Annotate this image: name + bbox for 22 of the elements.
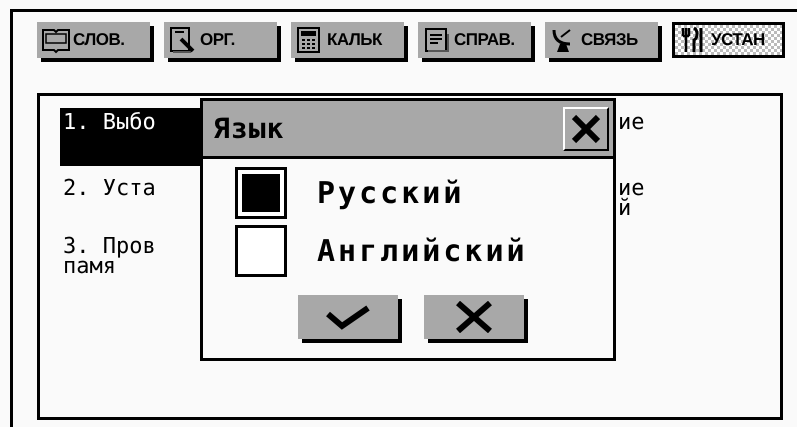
tab[interactable]: КАЛЬК: [291, 22, 404, 58]
close-button[interactable]: [563, 106, 609, 150]
checkbox[interactable]: [235, 225, 287, 277]
option-label: Английский: [317, 234, 528, 268]
close-icon: [570, 112, 602, 144]
tab[interactable]: СПРАВ.: [418, 22, 531, 58]
tab[interactable]: ОРГ.: [164, 22, 277, 58]
list-item-text: ие: [618, 179, 646, 199]
option-label: Русский: [317, 176, 464, 210]
checkmark-icon: [325, 304, 371, 330]
list-item-text: й: [618, 199, 632, 219]
list-item-text: ие: [618, 113, 646, 133]
notepad-icon[interactable]: [422, 26, 452, 54]
ok-button[interactable]: [298, 295, 398, 339]
tab[interactable]: СВЯЗЬ: [545, 22, 658, 58]
tab[interactable]: СЛОВ.: [37, 22, 150, 58]
cancel-icon: [454, 301, 494, 333]
tab[interactable]: УСТАН: [672, 22, 785, 58]
cancel-button[interactable]: [424, 295, 524, 339]
book-icon[interactable]: [41, 26, 71, 54]
checkbox[interactable]: [235, 167, 287, 219]
dialog-title: Язык: [213, 112, 284, 145]
